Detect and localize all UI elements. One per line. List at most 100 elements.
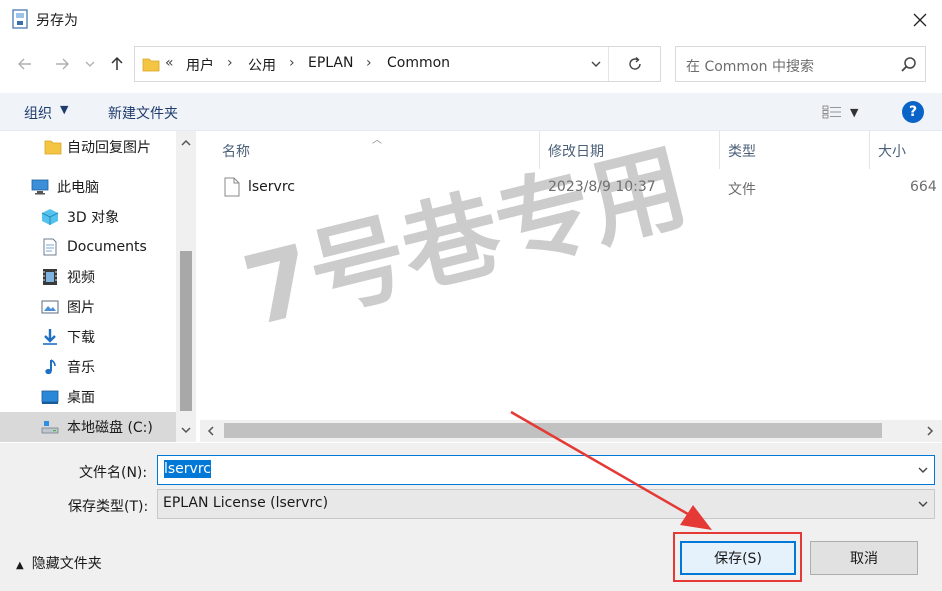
nav-item-label: Documents [67,239,147,255]
nav-item-label: 3D 对象 [67,210,120,226]
close-button[interactable] [898,0,942,40]
arrow-right-icon [56,58,69,70]
nav-item-local-disk-c[interactable]: 本地磁盘 (C:) [0,412,176,442]
nav-scrollbar-thumb[interactable] [180,251,192,411]
refresh-icon [629,56,641,70]
filename-dropdown-button[interactable] [913,460,933,480]
filename-field[interactable]: lservrc [157,455,935,485]
filename-label: 文件名(N): [79,465,148,481]
hide-folders-button[interactable]: ▲ 隐藏文件夹 [16,553,102,573]
chevron-right-icon[interactable] [924,425,936,437]
details-view-icon [822,105,841,119]
breadcrumb-separator[interactable]: › [289,55,295,71]
command-bar: 组织 ▼ 新建文件夹 ▼ ? [0,93,942,131]
nav-item-label: 下载 [67,330,95,346]
change-view-button[interactable]: ▼ [822,101,868,123]
refresh-button[interactable] [610,47,660,81]
nav-item-label: 图片 [67,300,95,316]
up-button[interactable] [103,50,131,78]
nav-item-label: 视频 [67,270,95,286]
nav-item-this-pc[interactable]: 此电脑 [0,172,176,202]
column-divider[interactable] [869,131,870,169]
music-icon [45,359,56,375]
horizontal-scrollbar[interactable] [200,420,942,442]
nav-item-pictures[interactable]: 图片 [0,292,176,322]
nav-item-3d-objects[interactable]: 3D 对象 [0,202,176,232]
cancel-button[interactable]: 取消 [810,541,918,575]
back-button[interactable] [11,50,39,78]
nav-item-auto-reply-pictures[interactable]: 自动回复图片 [0,132,176,162]
nav-item-music[interactable]: 音乐 [0,352,176,382]
chevron-left-icon[interactable] [205,425,217,437]
desktop-icon [41,390,59,404]
breadcrumb-separator[interactable]: › [366,55,372,71]
navigation-pane: 自动回复图片 此电脑 3D 对象 Documents 视频 图片 下载 音乐 桌… [0,131,196,442]
column-header-size[interactable]: 大小 [878,141,906,161]
chevron-down-icon[interactable] [180,424,192,436]
nav-item-documents[interactable]: Documents [0,232,176,262]
file-list: ︿ 名称 修改日期 类型 大小 lservrc 2023/8/9 10:37 文… [200,131,942,442]
arrow-up-icon [111,56,123,70]
drive-icon [41,421,59,434]
breadcrumb-public[interactable]: 公用 [248,55,276,75]
filetype-select[interactable]: EPLAN License (lservrc) [157,489,935,519]
arrow-left-icon [18,58,31,70]
caret-down-icon: ▼ [60,103,69,116]
organize-button[interactable]: 组织 [24,103,52,123]
breadcrumb-eplan[interactable]: EPLAN [308,55,353,71]
breadcrumb-common[interactable]: Common [387,55,450,71]
close-icon [913,13,927,27]
nav-item-downloads[interactable]: 下载 [0,322,176,352]
caret-down-icon: ▼ [850,105,859,119]
column-divider[interactable] [539,131,540,169]
annotation-highlight-box [673,532,802,582]
forward-button[interactable] [48,50,76,78]
search-input[interactable]: 在 Common 中搜索 [686,56,814,76]
nav-item-label: 音乐 [67,360,95,376]
breadcrumb-users[interactable]: 用户 [186,55,214,75]
nav-item-videos[interactable]: 视频 [0,262,176,292]
search-box[interactable]: 在 Common 中搜索 [675,46,926,82]
chevron-down-icon [918,467,928,473]
folder-icon [142,58,160,72]
file-type: 文件 [728,182,756,198]
nav-scrollbar[interactable] [176,131,196,442]
file-name[interactable]: lservrc [248,179,295,195]
caret-up-icon: ▲ [16,560,24,571]
file-icon [224,177,240,197]
filetype-label: 保存类型(T): [68,499,149,515]
computer-icon [31,179,49,195]
filetype-dropdown-button[interactable] [913,494,933,514]
chevron-down-icon [85,61,95,67]
sort-ascending-icon: ︿ [372,135,382,146]
search-icon[interactable] [900,56,918,74]
filename-input[interactable]: lservrc [164,460,211,478]
nav-item-label: 桌面 [67,390,95,406]
nav-item-label: 自动回复图片 [67,140,151,156]
chevron-down-icon [918,501,928,507]
column-header-date-modified[interactable]: 修改日期 [548,141,604,161]
folder-icon [44,140,62,155]
nav-item-label: 此电脑 [57,180,99,196]
chevron-up-icon[interactable] [180,137,192,149]
address-bar[interactable]: « 用户 › 公用 › EPLAN › Common [134,46,661,82]
new-folder-button[interactable]: 新建文件夹 [108,103,178,123]
video-icon [43,269,57,285]
title-bar: 另存为 [0,0,942,40]
download-icon [43,329,57,345]
horizontal-scrollbar-thumb[interactable] [224,423,882,438]
window-title: 另存为 [36,13,78,29]
column-header-name[interactable]: 名称 [222,141,250,161]
file-modified: 2023/8/9 10:37 [548,179,656,195]
column-header-type[interactable]: 类型 [728,141,756,161]
filetype-value: EPLAN License (lservrc) [163,495,329,511]
breadcrumb-overflow[interactable]: « [165,55,174,71]
breadcrumb-separator[interactable]: › [227,55,233,71]
nav-item-desktop[interactable]: 桌面 [0,382,176,412]
chevron-down-icon [591,61,600,67]
address-dropdown-button[interactable] [583,47,609,81]
picture-icon [41,300,59,314]
column-divider[interactable] [719,131,720,169]
recent-locations-button[interactable] [80,50,100,78]
help-button[interactable]: ? [902,101,924,123]
